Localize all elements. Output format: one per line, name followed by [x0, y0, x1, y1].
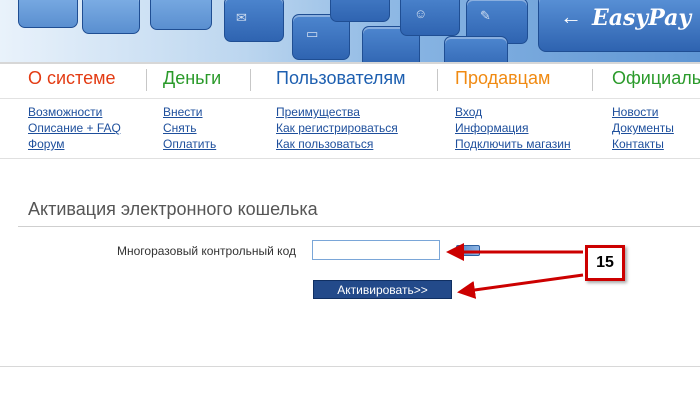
nav-link-deposit[interactable]: Внести [163, 104, 216, 120]
nav-link-forum[interactable]: Форум [28, 136, 121, 152]
nav-link-pay[interactable]: Оплатить [163, 136, 216, 152]
nav-separator [146, 69, 147, 91]
title-divider [18, 226, 700, 227]
nav-link-withdraw[interactable]: Снять [163, 120, 216, 136]
person-icon: ☺ [414, 6, 428, 21]
control-code-input[interactable] [312, 240, 440, 260]
nav-link-how-to-register[interactable]: Как регистрироваться [276, 120, 398, 136]
nav-heading-money[interactable]: Деньги [163, 68, 221, 89]
banner-key [82, 0, 140, 34]
banner-key [224, 0, 284, 42]
nav-links-about: Возможности Описание + FAQ Форум [28, 104, 121, 152]
activate-button[interactable]: Активировать>> [313, 280, 452, 299]
page-title: Активация электронного кошелька [28, 199, 318, 219]
main-navigation: О системе Возможности Описание + FAQ Фор… [0, 64, 700, 160]
nav-separator [437, 69, 438, 91]
nav-separator [250, 69, 251, 91]
banner-key [330, 0, 390, 22]
nav-link-connect-shop[interactable]: Подключить магазин [455, 136, 571, 152]
banner-key [400, 0, 460, 36]
header-banner: ✉ ▭ ☺ ✎ ← EasyPay [0, 0, 700, 62]
nav-heading-official[interactable]: Официальн [612, 68, 700, 89]
nav-heading-sellers[interactable]: Продавцам [455, 68, 550, 89]
nav-link-information[interactable]: Информация [455, 120, 571, 136]
arrow-left-icon: ← [560, 4, 582, 29]
nav-separator [592, 69, 593, 91]
banner-key [444, 36, 508, 62]
envelope-icon: ✉ [236, 10, 247, 25]
nav-links-official: Новости Документы Контакты [612, 104, 674, 152]
nav-link-news[interactable]: Новости [612, 104, 674, 120]
nav-divider [0, 158, 700, 159]
code-label: Многоразовый контрольный код [117, 244, 296, 258]
pen-icon: ✎ [480, 8, 491, 23]
card-icon: ▭ [306, 26, 319, 41]
nav-heading-users[interactable]: Пользователям [276, 68, 406, 89]
footer-divider [0, 366, 700, 367]
step-number-badge: 15 [585, 245, 625, 281]
nav-links-money: Внести Снять Оплатить [163, 104, 216, 152]
banner-key [150, 0, 212, 30]
nav-link-documents[interactable]: Документы [612, 120, 674, 136]
nav-heading-about[interactable]: О системе [28, 68, 116, 89]
virtual-keyboard-icon[interactable] [456, 245, 480, 256]
arrow-to-activate-button [457, 273, 584, 299]
banner-key [18, 0, 78, 28]
nav-link-login[interactable]: Вход [455, 104, 571, 120]
nav-link-advantages[interactable]: Преимущества [276, 104, 398, 120]
nav-link-description-faq[interactable]: Описание + FAQ [28, 120, 121, 136]
nav-link-features[interactable]: Возможности [28, 104, 121, 120]
nav-link-how-to-use[interactable]: Как пользоваться [276, 136, 398, 152]
nav-links-sellers: Вход Информация Подключить магазин [455, 104, 571, 152]
nav-links-users: Преимущества Как регистрироваться Как по… [276, 104, 398, 152]
nav-link-contacts[interactable]: Контакты [612, 136, 674, 152]
brand-logo: EasyPay [592, 5, 692, 31]
